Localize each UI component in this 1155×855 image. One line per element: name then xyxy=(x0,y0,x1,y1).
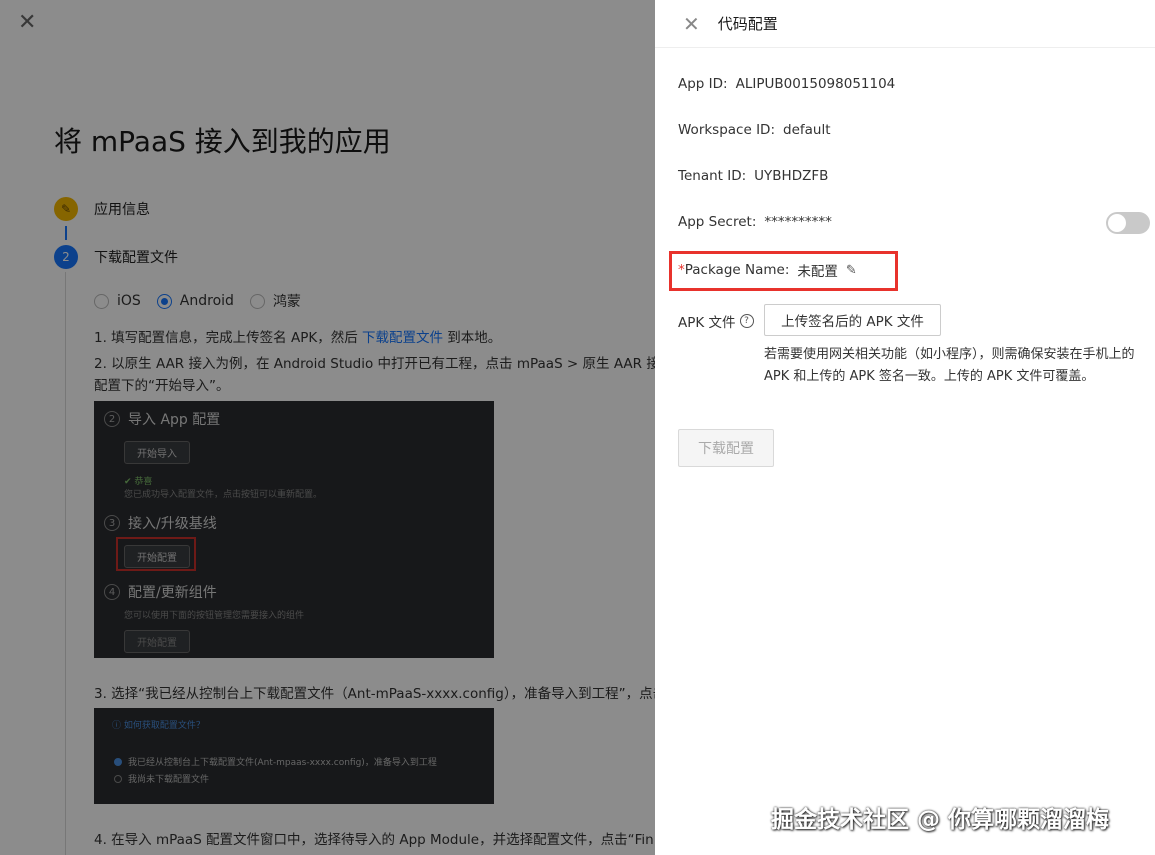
close-icon[interactable]: ✕ xyxy=(683,12,700,36)
upload-hint: 若需要使用网关相关功能（如小程序），则需确保安装在手机上的 APK 和上传的 A… xyxy=(764,347,1135,384)
drawer-header: ✕ 代码配置 xyxy=(655,0,1155,48)
edit-icon[interactable]: ✎ xyxy=(846,263,857,278)
modal-mask[interactable] xyxy=(0,0,655,855)
secret-visibility-toggle[interactable] xyxy=(1106,212,1150,234)
upload-apk-button[interactable]: 上传签名后的 APK 文件 xyxy=(764,304,941,336)
package-name-field: * Package Name: 未配置 ✎ xyxy=(678,262,857,280)
help-icon[interactable]: ? xyxy=(739,314,754,328)
workspace-id-field: Workspace ID: default xyxy=(678,122,831,138)
watermark: 掘金技术社区 @ 你算哪颗溜溜梅 xyxy=(771,807,1110,833)
app-id-field: App ID: ALIPUB0015098051104 xyxy=(678,76,896,92)
apk-file-label: APK 文件? xyxy=(678,311,762,331)
code-config-drawer: ✕ 代码配置 App ID: ALIPUB0015098051104 Worksp… xyxy=(655,0,1155,855)
download-config-button[interactable]: 下载配置 xyxy=(678,429,774,467)
app-secret-field: App Secret: ********** xyxy=(678,214,832,230)
drawer-title: 代码配置 xyxy=(717,15,778,33)
tenant-id-field: Tenant ID: UYBHDZFB xyxy=(678,168,829,184)
